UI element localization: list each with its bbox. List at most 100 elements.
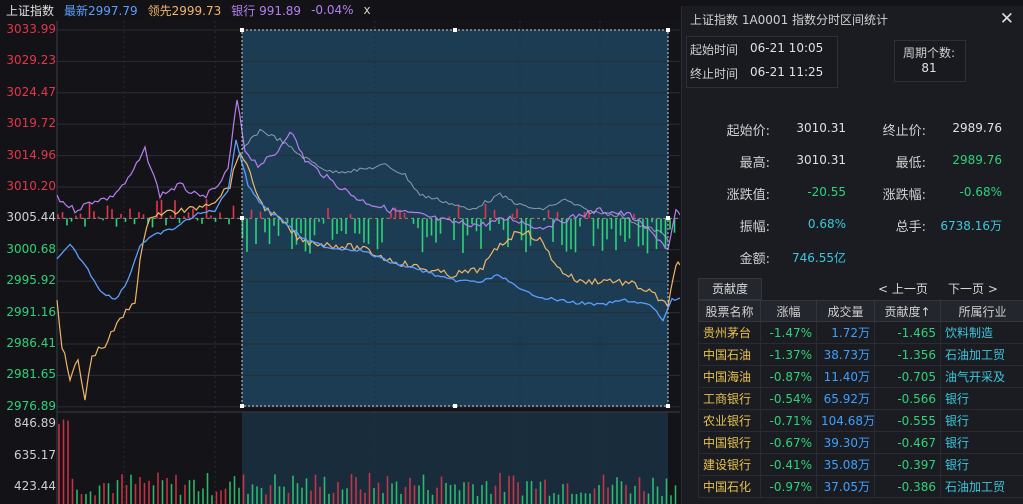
low-label: 最低:	[895, 156, 926, 171]
table-cell: -0.386	[874, 475, 941, 498]
start-time-label: 起始时间	[690, 43, 739, 57]
change-value-label: 涨跌值:	[726, 188, 770, 203]
volume-tick-label: 423.44	[14, 479, 56, 493]
table-row[interactable]: 建设银行 -0.41% 35.08万 -0.397 银行	[698, 453, 1023, 476]
tab-contribution[interactable]: 贡献度	[698, 278, 762, 300]
high-value: 3010.31	[796, 153, 846, 167]
bank-index: 银行 991.89	[231, 3, 302, 18]
table-cell: 104.68万	[816, 409, 875, 432]
table-row[interactable]: 中国石油 -1.37% 38.73万 -1.356 石油加工贸	[698, 343, 1023, 366]
price-tick-label: 2976.89	[6, 398, 56, 413]
selection-handle	[666, 404, 670, 408]
price-tick-label: 3019.72	[6, 116, 56, 131]
end-time-label: 终止时间	[690, 67, 739, 81]
table-cell: -0.54%	[760, 387, 817, 410]
contribution-table: 股票名称 涨幅 成交量 贡献度↑ 所属行业 贵州茅台 -1.47% 1.72万 -1.465 饮…	[698, 300, 1023, 498]
end-price-label: 终止价:	[882, 124, 926, 139]
table-cell: 饮料制造	[940, 321, 1023, 344]
table-cell: 石油加工贸	[940, 475, 1023, 498]
table-cell: 中国石化	[698, 475, 761, 498]
table-cell: -1.37%	[760, 343, 817, 366]
table-cell: -0.71%	[760, 409, 817, 432]
table-row[interactable]: 贵州茅台 -1.47% 1.72万 -1.465 饮料制造	[698, 321, 1023, 344]
volume-tick-label: 846.89	[14, 416, 56, 430]
latest-price: 最新2997.79	[64, 3, 138, 18]
table-row[interactable]: 农业银行 -0.71% 104.68万 -0.555 银行	[698, 409, 1023, 432]
prev-page-button[interactable]: < 上一页	[878, 280, 928, 297]
selection-handle	[453, 404, 457, 408]
low-value: 2989.76	[952, 153, 1002, 167]
leading-price: 领先2999.73	[147, 3, 222, 18]
selection-handle	[240, 216, 244, 220]
table-cell: 37.05万	[816, 475, 875, 498]
table-cell: -0.97%	[760, 475, 817, 498]
change-value: -20.55	[807, 185, 846, 199]
column-header[interactable]: 股票名称	[698, 300, 761, 322]
selection-handle	[240, 28, 244, 32]
period-count-value: 81	[921, 61, 937, 75]
table-cell: 39.30万	[816, 431, 875, 454]
table-cell: 35.08万	[816, 453, 875, 476]
amplitude-label: 振幅:	[739, 220, 770, 235]
table-cell: 65.92万	[816, 387, 875, 410]
table-cell: 石油加工贸	[940, 343, 1023, 366]
table-cell: 银行	[940, 453, 1023, 476]
selection-handle	[453, 28, 457, 32]
high-label: 最高:	[739, 156, 770, 171]
period-count-label: 周期个数:	[902, 46, 956, 60]
table-cell: -0.67%	[760, 431, 817, 454]
price-tick-label: 3014.96	[6, 147, 56, 162]
start-price-value: 3010.31	[796, 121, 846, 135]
table-row[interactable]: 中国海油 -0.87% 11.40万 -0.705 油气开采及	[698, 365, 1023, 388]
table-cell: -0.41%	[760, 453, 817, 476]
start-time-field[interactable]: 06-21 10:05	[750, 41, 823, 55]
change-percent: -0.04%	[311, 3, 354, 17]
selection-handle	[666, 216, 670, 220]
close-series-icon[interactable]: x	[364, 3, 371, 17]
price-tick-label: 3000.68	[6, 241, 56, 256]
price-tick-label: 3024.47	[6, 84, 56, 99]
contribution-toolbar: 贡献度 < 上一页 下一页 >	[698, 278, 1016, 300]
table-cell: -0.397	[874, 453, 941, 476]
volume-value: 6738.16万	[940, 219, 1002, 233]
table-cell: 中国石油	[698, 343, 761, 366]
index-name: 上证指数	[6, 3, 55, 18]
table-cell: -1.47%	[760, 321, 817, 344]
table-cell: -1.465	[874, 321, 941, 344]
next-page-button[interactable]: 下一页 >	[948, 280, 998, 297]
volume-tick-label: 635.17	[14, 447, 56, 462]
table-cell: 农业银行	[698, 409, 761, 432]
selection-handle	[240, 404, 244, 408]
column-header[interactable]: 涨幅	[760, 300, 817, 322]
column-header[interactable]: 贡献度↑	[874, 300, 941, 322]
change-pct-value: -0.68%	[959, 185, 1002, 199]
price-tick-label: 3005.44	[6, 210, 56, 225]
table-cell: -0.467	[874, 431, 941, 454]
table-cell: 工商银行	[698, 387, 761, 410]
price-tick-label: 2995.92	[6, 273, 56, 288]
start-price-label: 起始价:	[726, 124, 770, 139]
interval-stats-panel: 上证指数 1A0001 指数分时区间统计 ✕ 起始时间 06-21 10:05 …	[681, 6, 1023, 504]
table-cell: -0.87%	[760, 365, 817, 388]
column-header[interactable]: 成交量	[816, 300, 875, 322]
table-cell: 银行	[940, 431, 1023, 454]
intraday-chart[interactable]	[0, 0, 680, 504]
table-row[interactable]: 中国银行 -0.67% 39.30万 -0.467 银行	[698, 431, 1023, 454]
column-header[interactable]: 所属行业	[940, 300, 1023, 322]
table-cell: 银行	[940, 409, 1023, 432]
change-pct-label: 涨跌幅:	[882, 188, 926, 203]
table-row[interactable]: 工商银行 -0.54% 65.92万 -0.566 银行	[698, 387, 1023, 410]
volume-label: 总手:	[895, 220, 926, 235]
table-cell: 中国银行	[698, 431, 761, 454]
table-cell: -0.705	[874, 365, 941, 388]
table-cell: -0.566	[874, 387, 941, 410]
table-cell: 11.40万	[816, 365, 875, 388]
table-cell: 中国海油	[698, 365, 761, 388]
price-tick-label: 2981.65	[6, 367, 56, 382]
table-cell: -1.356	[874, 343, 941, 366]
table-row[interactable]: 中国石化 -0.97% 37.05万 -0.386 石油加工贸	[698, 475, 1023, 498]
table-cell: 银行	[940, 387, 1023, 410]
panel-title: 上证指数 1A0001 指数分时区间统计	[690, 13, 889, 27]
close-icon[interactable]: ✕	[1000, 9, 1014, 29]
end-time-field[interactable]: 06-21 11:25	[750, 65, 823, 79]
